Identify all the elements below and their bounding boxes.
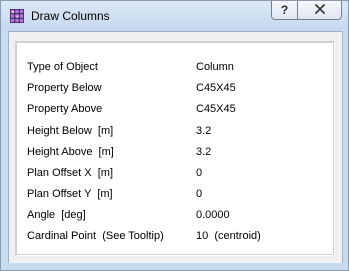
grid-app-icon [10,9,24,23]
property-row-property-below: Property Below C45X45 [16,79,334,99]
property-row-height-above: Height Above [m] 3.2 [16,143,334,163]
property-value-plan-offset-y[interactable]: 0 [193,185,326,203]
property-value-type-of-object[interactable]: Column [193,58,326,76]
property-label: Height Above [m] [27,146,114,158]
property-label: Cardinal Point (See Tooltip) [27,230,164,242]
close-icon [314,3,326,17]
property-value-property-above[interactable]: C45X45 [193,100,326,118]
property-row-height-below: Height Below [m] 3.2 [16,122,334,142]
property-value-cardinal-point[interactable]: 10 (centroid) [193,227,326,245]
draw-columns-dialog: Draw Columns ? Type of Object Column Pro… [0,0,349,271]
property-label: Property Above [27,103,103,115]
property-value-height-above[interactable]: 3.2 [193,143,326,161]
property-row-cardinal-point: Cardinal Point (See Tooltip) 10 (centroi… [16,227,334,247]
title-bar[interactable]: Draw Columns ? [1,1,348,31]
property-row-plan-offset-x: Plan Offset X [m] 0 [16,164,334,184]
help-icon: ? [280,3,289,17]
dialog-client-area: Type of Object Column Property Below C45… [8,31,343,264]
help-button[interactable]: ? [271,1,298,20]
property-label: Plan Offset X [m] [27,167,113,179]
property-label: Height Below [m] [27,125,114,137]
property-row-angle: Angle [deg] 0.0000 [16,206,334,226]
property-row-plan-offset-y: Plan Offset Y [m] 0 [16,185,334,205]
property-row-type-of-object: Type of Object Column [16,58,334,78]
property-value-height-below[interactable]: 3.2 [193,122,326,140]
property-value-angle[interactable]: 0.0000 [193,206,326,224]
property-label: Plan Offset Y [m] [27,188,113,200]
property-value-property-below[interactable]: C45X45 [193,79,326,97]
window-bottom-border [8,263,343,270]
property-row-property-above: Property Above C45X45 [16,100,334,120]
property-label: Type of Object [27,61,98,73]
property-label: Property Below [27,82,102,94]
window-title: Draw Columns [31,9,110,23]
properties-grid: Type of Object Column Property Below C45… [15,41,335,256]
close-button[interactable] [298,1,342,20]
property-label: Angle [deg] [27,209,86,221]
property-value-plan-offset-x[interactable]: 0 [193,164,326,182]
